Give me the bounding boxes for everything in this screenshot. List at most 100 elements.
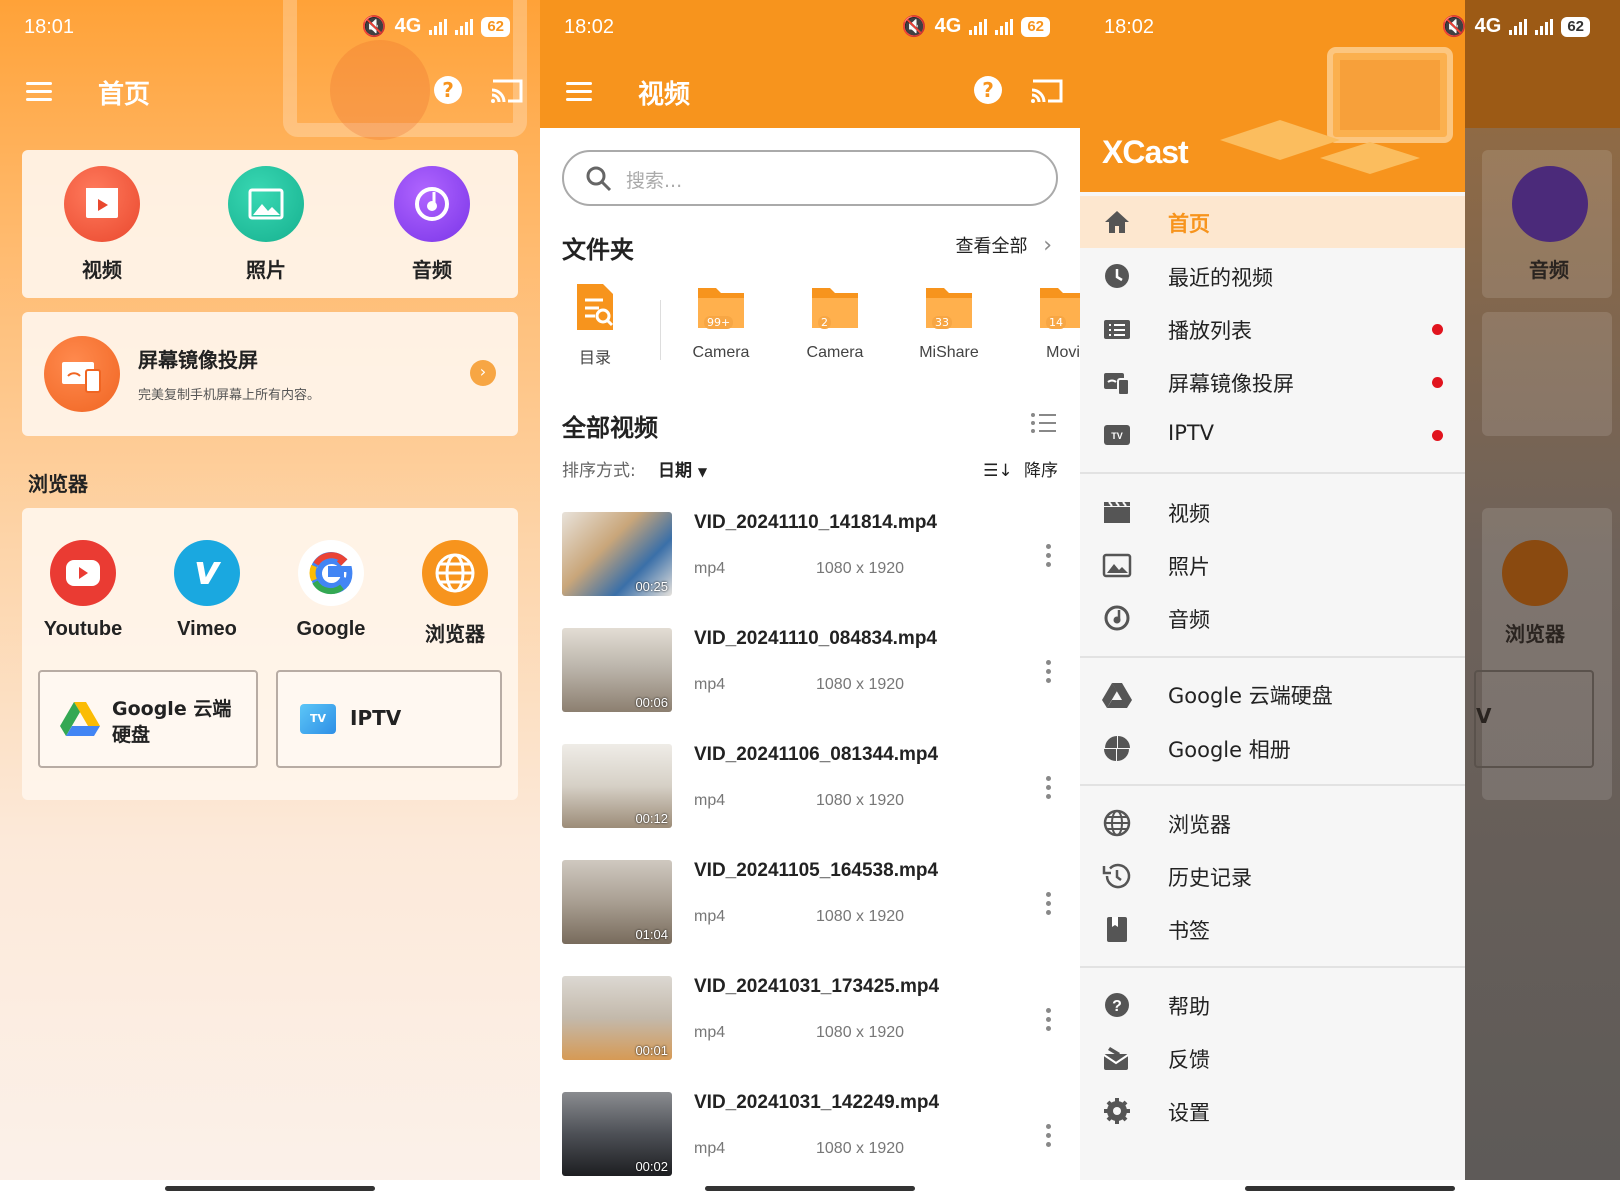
list-view-icon[interactable] [1030,412,1056,434]
more-options-icon[interactable] [1038,658,1058,684]
video-thumbnail[interactable]: 00:25 [562,512,672,596]
browser-label-google: Google [296,618,366,640]
more-options-icon[interactable] [1038,1006,1058,1032]
drawer-item-feedback[interactable]: 反馈 [1080,1032,1465,1084]
google-drive-icon [1102,683,1132,708]
video-resolution: 1080 x 1920 [816,908,905,925]
video-row[interactable]: 00:25 VID_20241110_141814.mp4 mp4 1080 x 19… [562,512,1058,612]
drawer-item-bookmark[interactable]: 书签 [1080,903,1465,955]
drawer-item-playlist[interactable]: 播放列表 [1080,303,1465,355]
more-options-icon[interactable] [1038,542,1058,568]
sort-dropdown[interactable]: 日期 ▼ [658,456,707,481]
drawer-item-label: IPTV [1168,421,1215,445]
status-bar: 18:02 [1080,0,1465,56]
video-format: mp4 [694,1024,726,1041]
drawer-item-music[interactable]: 音频 [1080,592,1465,644]
home-indicator[interactable] [705,1186,915,1191]
drawer-divider [1080,656,1465,658]
drawer-item-tv[interactable]: TV IPTV [1080,409,1465,461]
folder-camera[interactable]: 99+ Camera [666,282,776,362]
video-row[interactable]: 00:02 VID_20241031_142249.mp4 mp4 1080 x 19… [562,1092,1058,1192]
folder-divider [660,300,661,360]
more-options-icon[interactable] [1038,1122,1058,1148]
drawer-item-home[interactable]: 首页 [1080,196,1465,248]
google-drive-button[interactable]: Google 云端 硬盘 [38,670,258,768]
cast-icon[interactable] [490,78,524,104]
caret-down-icon: ▼ [697,465,708,479]
video-thumbnail[interactable]: 00:01 [562,976,672,1060]
home-screen: 18:01 🔇 4G 62 首页 ? 视频 照片 音频 屏幕镜像投屏 完美复制手… [0,0,540,1200]
mute-icon: 🔇 [901,16,927,38]
video-thumbnail[interactable]: 01:04 [562,860,672,944]
drawer-item-help[interactable]: ? 帮助 [1080,979,1465,1031]
drawer-item-google-photos[interactable]: Google 相册 [1080,722,1465,774]
drawer-item-label: 音频 [1168,608,1210,632]
tv-icon: TV [1104,425,1130,445]
quick-label-audio: 音频 [412,258,452,282]
screen-mirror-card[interactable]: 屏幕镜像投屏 完美复制手机屏幕上所有内容。 › [22,312,518,436]
view-all-link[interactable]: 查看全部 › [955,232,1052,258]
sort-value: 日期 [658,461,692,481]
folder-name: Movi [1046,344,1080,361]
home-indicator[interactable] [165,1186,375,1191]
drawer-item-video-clapper[interactable]: 视频 [1080,486,1465,538]
drawer-item-label: 播放列表 [1168,319,1252,343]
network-type: 4G [934,15,962,37]
home-indicator[interactable] [1245,1186,1455,1191]
help-icon[interactable]: ? [434,76,462,104]
video-row[interactable]: 00:12 VID_20241106_081344.mp4 mp4 1080 x 19… [562,744,1058,844]
folder-mishare[interactable]: 33 MiShare [894,282,1004,362]
google-photos-icon [1104,736,1130,761]
drawer-item-photo[interactable]: 照片 [1080,539,1465,591]
signal-icon-2 [455,18,474,35]
drawer-item-settings[interactable]: 设置 [1080,1085,1465,1137]
video-name: VID_20241110_141814.mp4 [694,512,937,533]
app-bar: 视频 ? [540,56,1080,128]
drawer-item-screen-mirror[interactable]: 屏幕镜像投屏 [1080,356,1465,408]
video-thumbnail[interactable]: 00:02 [562,1092,672,1176]
folder-movies[interactable]: 14 Movi [1008,282,1080,362]
clock-icon [1105,264,1129,288]
folder-directory[interactable]: 目录 [540,282,650,368]
status-indicators: 🔇 4G 62 [1442,14,1590,39]
google-icon [298,540,364,606]
globe-icon [1103,809,1131,837]
drawer-item-google-drive[interactable]: Google 云端硬盘 [1080,668,1465,720]
status-bar: 18:02 🔇 4G 62 [540,0,1080,56]
menu-icon[interactable] [26,82,52,102]
directory-icon [577,284,614,330]
sort-order-toggle[interactable]: ☰↓ 降序 [983,456,1058,481]
status-time: 18:02 [564,16,615,38]
signal-icon [969,18,988,35]
search-input[interactable]: 搜索... [562,150,1058,206]
cast-icon[interactable] [1030,78,1064,104]
google-drive-icon [60,702,100,736]
help-icon[interactable]: ? [974,76,1002,104]
video-row[interactable]: 01:04 VID_20241105_164538.mp4 mp4 1080 x 19… [562,860,1058,960]
more-options-icon[interactable] [1038,774,1058,800]
mirror-title: 屏幕镜像投屏 [138,348,258,372]
status-indicators: 🔇 4G 62 [362,14,510,39]
video-resolution: 1080 x 1920 [816,676,905,693]
page-title: 首页 [98,80,151,110]
drawer-item-clock[interactable]: 最近的视频 [1080,250,1465,302]
sort-order-label: 降序 [1024,461,1058,481]
google-drive-label-line2: 硬盘 [112,724,151,746]
iptv-button[interactable]: TV IPTV [276,670,502,768]
drawer-item-globe[interactable]: 浏览器 [1080,797,1465,849]
drawer-item-label: 首页 [1168,212,1210,236]
mute-icon: 🔇 [361,16,387,38]
folder-name: 目录 [578,350,611,367]
video-row[interactable]: 00:01 VID_20241031_173425.mp4 mp4 1080 x 19… [562,976,1058,1076]
video-thumbnail[interactable]: 00:12 [562,744,672,828]
folder-camera-2[interactable]: 2 Camera [780,282,890,362]
drawer-item-history[interactable]: 历史记录 [1080,850,1465,902]
menu-icon[interactable] [566,82,592,102]
drawer-item-label: 照片 [1168,555,1210,579]
video-resolution: 1080 x 1920 [816,1024,905,1041]
signal-icon [1509,18,1528,35]
video-thumbnail[interactable]: 00:06 [562,628,672,712]
video-row[interactable]: 00:06 VID_20241110_084834.mp4 mp4 1080 x 19… [562,628,1058,728]
more-options-icon[interactable] [1038,890,1058,916]
video-duration: 00:25 [635,579,668,594]
